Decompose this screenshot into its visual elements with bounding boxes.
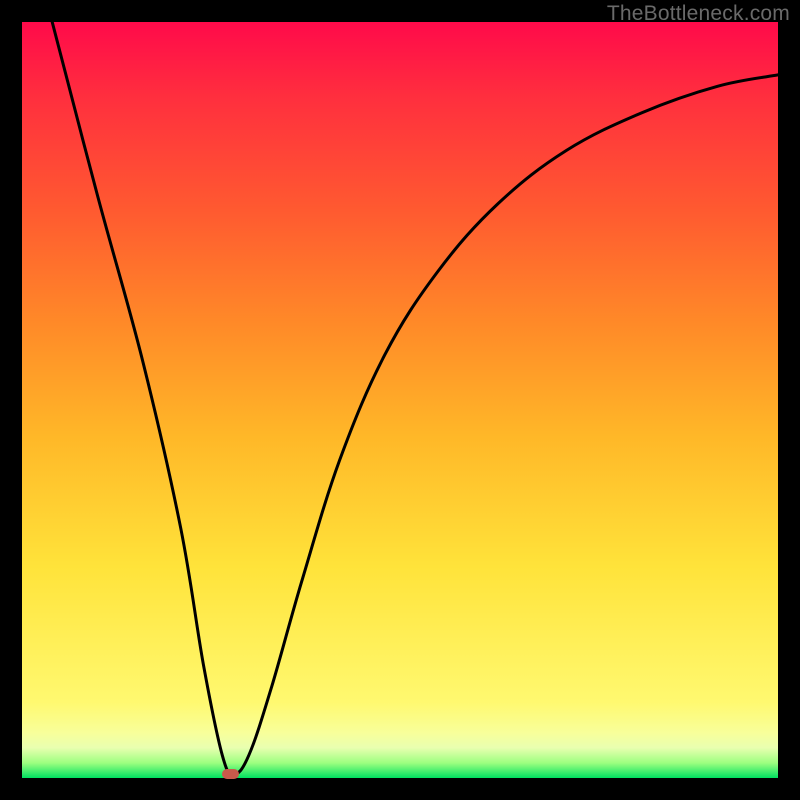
curve-svg: [22, 22, 778, 778]
chart-frame: TheBottleneck.com: [0, 0, 800, 800]
bottleneck-curve: [52, 22, 778, 774]
optimum-marker: [222, 769, 239, 779]
plot-area: [22, 22, 778, 778]
